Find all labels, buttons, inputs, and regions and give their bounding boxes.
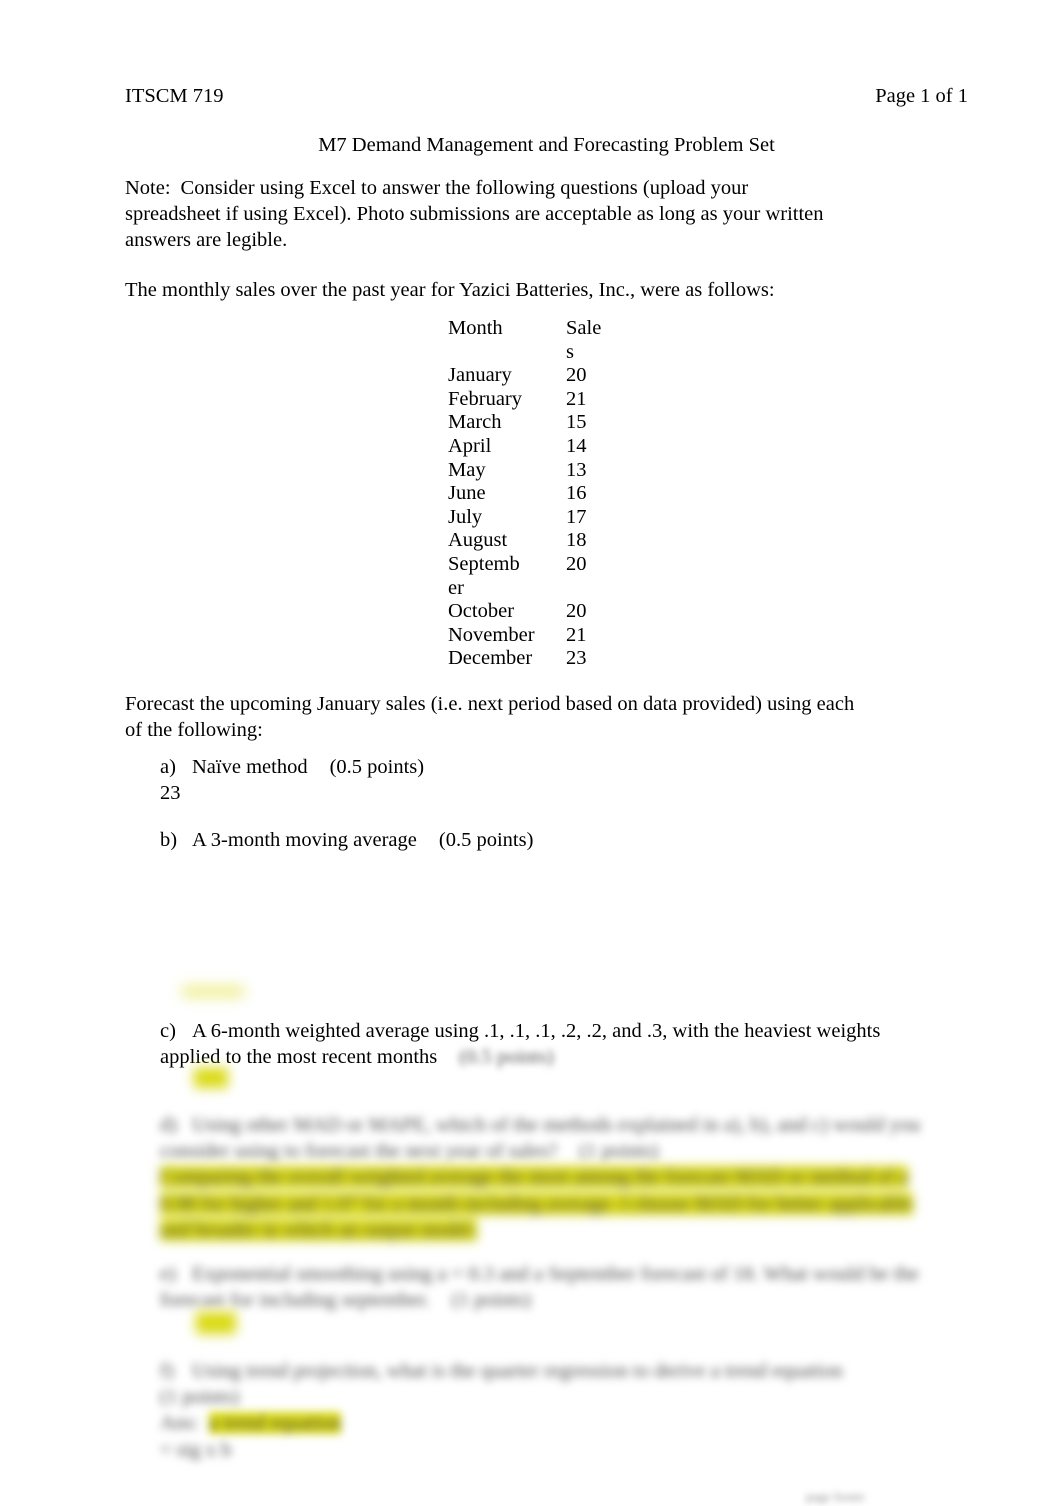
intro-paragraph: The monthly sales over the past year for… [125,279,775,301]
cell-sales: 21 [566,387,587,410]
answer-row-secondary: = sig x b [160,1438,232,1461]
answer-value: 23 [160,782,181,805]
sales-table: Month Sale s January 20 February 21 Marc… [448,317,626,671]
cell-sales: 20 [566,552,587,575]
answer-value: Comparing the overall weighted average t… [160,1166,913,1241]
list-marker: f) [160,1360,174,1382]
question-text: Using trend projection, what is the quar… [192,1360,843,1382]
table-row: December 23 [448,647,626,671]
table-row: March 15 [448,411,626,435]
answer-highlight-c [194,1068,228,1088]
question-body: Using trend projection, what is the quar… [160,1360,920,1463]
cell-sales: 21 [566,623,587,646]
question-points: (0.5 points) [459,1046,554,1069]
cell-sales: 13 [566,458,587,481]
question-body: A 6-month weighted average using .1, .1,… [160,1020,880,1068]
question-item-b: b) A 3-month moving average (0.5 points) [160,827,860,853]
cell-month-september: September [448,553,566,600]
cell-sales: 17 [566,505,587,528]
question-points: (0.5 points) [329,756,425,778]
question-points: (0.5 points) [438,829,534,851]
cell-month: October [448,600,515,623]
cell-sales: 14 [566,434,587,457]
cell-month: April [448,434,492,457]
question-item-e: e) Exponential smoothing using a = 0.3 a… [160,1261,920,1313]
cell-sales: 20 [566,364,587,387]
question-body: A 3-month moving average (0.5 points) [192,829,533,851]
question-text: A 3-month moving average [192,829,417,851]
cell-month: February [448,387,523,410]
table-row: May 13 [448,459,626,483]
cell-sales: 18 [566,529,587,552]
list-marker: e) [160,1263,176,1285]
forecast-instruction: Forecast the upcoming January sales (i.e… [125,693,855,742]
header-sales: Sale s [566,317,626,364]
cell-month: June [448,482,486,505]
cell-sales: 23 [566,647,587,670]
question-points: (1 points) [451,1289,531,1312]
cell-month: May [448,458,486,481]
table-row: October 20 [448,600,626,624]
course-code: ITSCM 719 [125,85,224,107]
question-item-d: d) Using other MAD or MAPE, which of the… [160,1112,940,1243]
table-row: November 21 [448,624,626,648]
cell-month: August [448,529,508,552]
table-row: September 20 [448,553,626,600]
question-item-a: a) Naïve method (0.5 points) 23 [160,754,860,806]
cell-month: November [448,623,535,646]
question-points: (1 points) [579,1140,659,1163]
table-row: August 18 [448,529,626,553]
list-marker: b) [160,829,178,851]
document-header: ITSCM 719 Page 1 of 1 [125,84,968,110]
table-row: January 20 [448,364,626,388]
answer-row: Ans: a trend equation [160,1412,342,1435]
table-row: February 21 [448,388,626,412]
table-row: April 14 [448,435,626,459]
cell-month: July [448,505,483,528]
table-header-row: Month Sale s [448,317,626,364]
list-marker: c) [160,1020,176,1042]
cell-sales: 16 [566,482,587,505]
note-text: Consider using Excel to answer the follo… [125,177,824,252]
cell-sales: 20 [566,600,587,623]
cell-month: December [448,647,533,670]
highlight-mark [182,986,244,997]
question-points: (1 points) [160,1386,240,1409]
header-sales-line1: Sale [566,317,602,339]
note-label: Note: [125,177,171,199]
table-row: June 16 [448,482,626,506]
cell-month: January [448,364,512,387]
question-item-c: c) A 6-month weighted average using .1, … [160,1018,920,1070]
cell-month: September [448,552,520,599]
question-text: Exponential smoothing using a = 0.3 and … [160,1263,919,1312]
list-marker: d) [160,1114,178,1136]
question-body: Using other MAD or MAPE, which of the me… [160,1114,940,1243]
question-item-f: f) Using trend projection, what is the q… [160,1358,920,1463]
footer-mark: page footer [806,1489,865,1504]
answer-highlight-e [196,1312,236,1334]
page-indicator: Page 1 of 1 [875,85,968,107]
question-body: Naïve method (0.5 points) 23 [160,756,860,806]
question-body: Exponential smoothing using a = 0.3 and … [160,1263,919,1311]
note-paragraph: Note: Consider using Excel to answer the … [125,175,825,254]
list-marker: a) [160,756,176,778]
header-month: Month [448,317,503,339]
cell-sales: 15 [566,411,587,434]
page-title: M7 Demand Management and Forecasting Pro… [318,134,775,156]
table-row: July 17 [448,506,626,530]
header-sales-line2: s [566,340,574,363]
question-text: Using other MAD or MAPE, which of the me… [160,1114,921,1163]
cell-month: March [448,411,502,434]
question-text: Naïve method [192,756,308,778]
document-page: ITSCM 719 Page 1 of 1 M7 Demand Manageme… [0,0,1062,1506]
